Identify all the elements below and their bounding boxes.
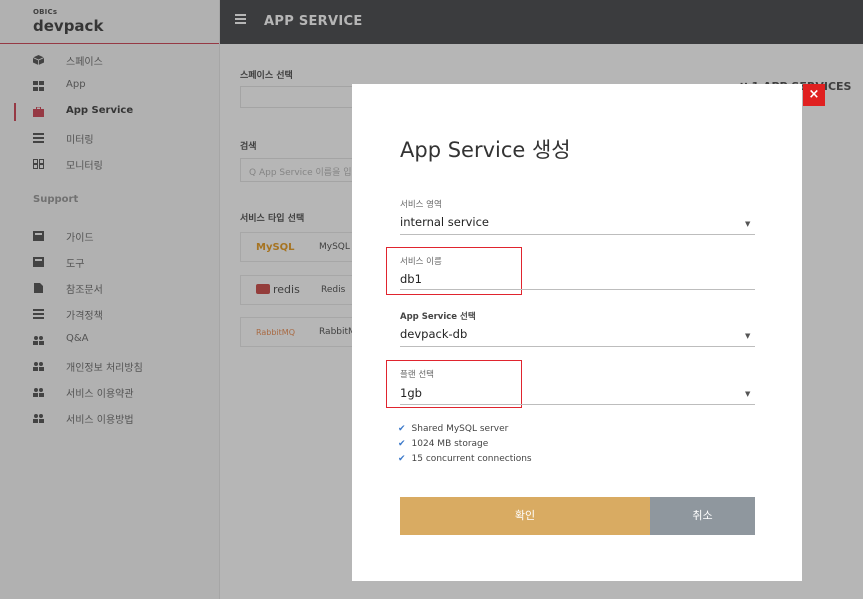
create-app-service-modal: App Service 생성 서비스 영역 internal service ▼…: [352, 84, 802, 581]
plan-select-label: 플랜 선택: [400, 370, 434, 380]
chevron-down-icon[interactable]: ▼: [745, 332, 750, 340]
field-underline: [400, 346, 755, 347]
plan-feature-text: Shared MySQL server: [411, 424, 509, 434]
service-name-label: 서비스 이름: [400, 257, 442, 267]
app-service-select-label: App Service 선택: [400, 312, 476, 322]
field-underline: [400, 289, 755, 290]
app-service-select[interactable]: devpack-db: [400, 327, 467, 341]
service-name-input[interactable]: db1: [400, 272, 422, 286]
plan-feature: ✔ 15 concurrent connections: [398, 454, 532, 464]
confirm-button[interactable]: 확인: [400, 497, 650, 535]
modal-title: App Service 생성: [400, 138, 571, 162]
plan-select[interactable]: 1gb: [400, 386, 422, 400]
plan-feature: ✔ Shared MySQL server: [398, 424, 508, 434]
chevron-down-icon[interactable]: ▼: [745, 220, 750, 228]
field-underline: [400, 404, 755, 405]
check-icon: ✔: [398, 439, 406, 449]
service-area-label: 서비스 영역: [400, 200, 442, 210]
plan-feature-text: 1024 MB storage: [411, 439, 489, 449]
close-icon[interactable]: ×: [803, 84, 825, 106]
chevron-down-icon[interactable]: ▼: [745, 390, 750, 398]
field-underline: [400, 234, 755, 235]
cancel-button[interactable]: 취소: [650, 497, 755, 535]
service-area-select[interactable]: internal service: [400, 215, 489, 229]
check-icon: ✔: [398, 454, 406, 464]
plan-feature-text: 15 concurrent connections: [411, 454, 532, 464]
check-icon: ✔: [398, 424, 406, 434]
plan-feature: ✔ 1024 MB storage: [398, 439, 488, 449]
